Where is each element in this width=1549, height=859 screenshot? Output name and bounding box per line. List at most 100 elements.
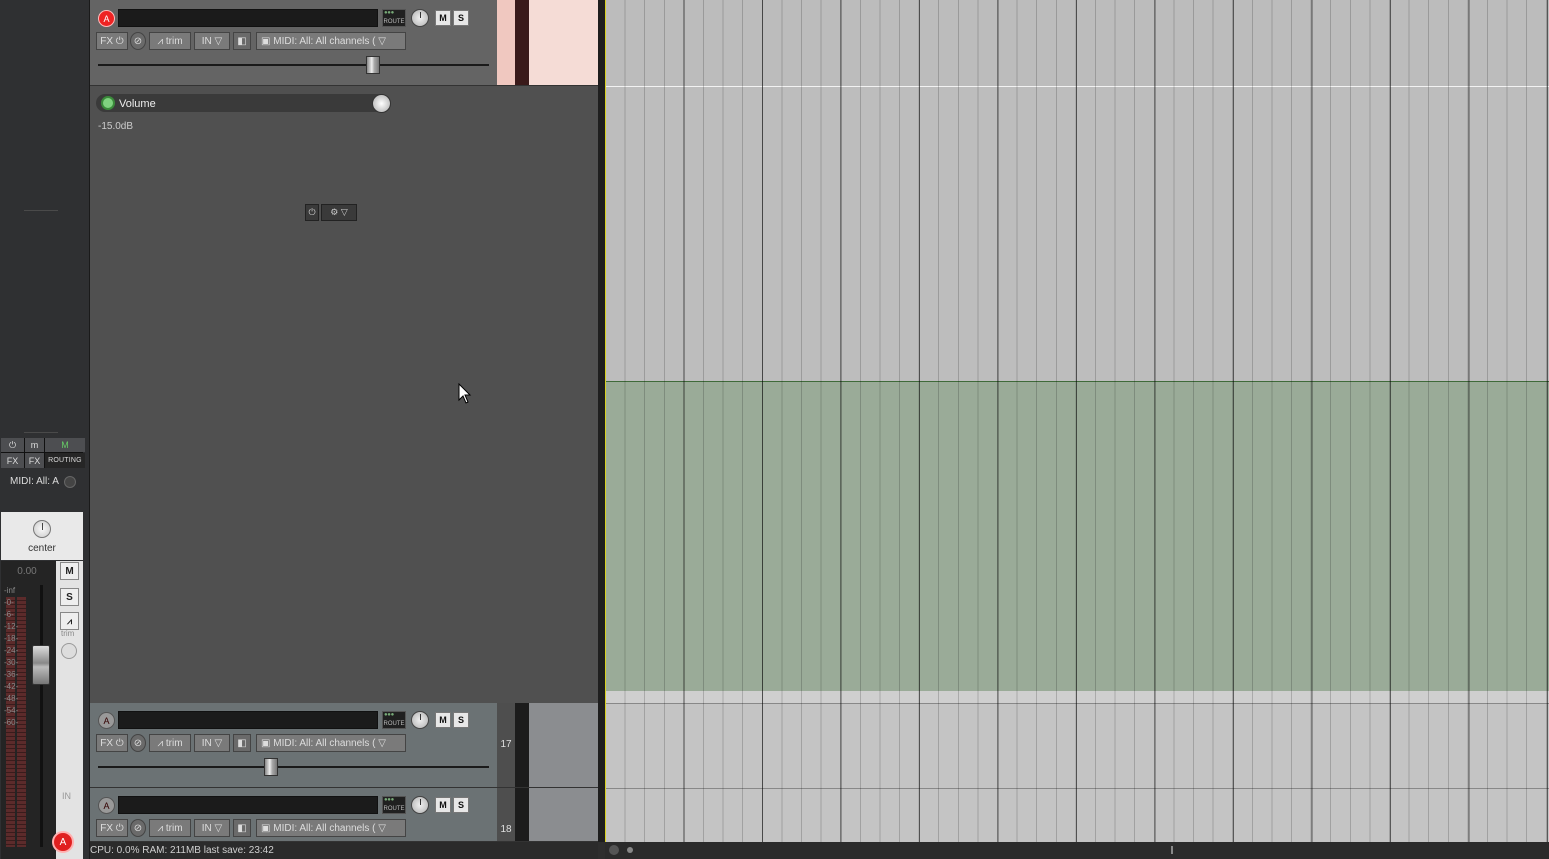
grid-lines	[605, 0, 1549, 842]
meter-scale-label: -48-	[4, 694, 19, 703]
fx-button[interactable]: FX ⏻	[96, 734, 128, 752]
pan-knob[interactable]	[411, 711, 429, 729]
midi-input-label: MIDI: All: All channels (	[273, 737, 376, 749]
arrange-view[interactable]	[605, 0, 1549, 842]
track-name-field[interactable]	[118, 711, 378, 729]
route-button[interactable]: ROUTE	[382, 711, 406, 729]
fader-line	[98, 64, 489, 66]
fx-button[interactable]: FX	[1, 453, 24, 468]
meter-scale-label: -6-	[4, 610, 14, 619]
fx-button[interactable]: FX ⏻	[96, 819, 128, 837]
power-icon[interactable]: ⏻	[1, 438, 24, 452]
route-button[interactable]: ROUTE	[382, 796, 406, 814]
bypass-icon[interactable]: ⏻	[305, 204, 319, 221]
input-label: IN	[201, 822, 212, 834]
envelope-lane[interactable]: Volume -15.0dB ⏻ ⚙ ▽	[90, 86, 598, 703]
pan-knob[interactable]	[411, 796, 429, 814]
mute-button[interactable]: M	[435, 712, 451, 728]
solo-button[interactable]: S	[453, 797, 469, 813]
trim-label: trim	[61, 629, 75, 638]
envelope-button[interactable]: ⩘ trim	[149, 734, 191, 752]
midi-input-selector[interactable]: ▣ MIDI: All: All channels ( ▽	[256, 734, 406, 752]
envelope-active-icon[interactable]	[101, 96, 115, 110]
track-controls-row: FX ⏻ ⊘ ⩘ trim IN ▽ ◧ ▣ MIDI: All: All ch…	[96, 32, 496, 50]
track-volume-fader[interactable]	[98, 56, 489, 74]
record-arm-button[interactable]: A	[98, 797, 115, 814]
track-panel[interactable]: A ROUTE M S FX ⏻ ⊘ ⩘ trim IN ▽ ◧ ▣ MIDI:…	[90, 703, 598, 788]
meter-scale-label: -36-	[4, 670, 19, 679]
solo-button[interactable]: S	[453, 712, 469, 728]
chevron-down-icon[interactable]	[64, 476, 76, 488]
scroll-thumb[interactable]	[1171, 846, 1173, 854]
pan-knob[interactable]	[411, 9, 429, 27]
envelope-knob[interactable]	[372, 94, 391, 113]
midi-input-label: MIDI: All: All channels (	[273, 35, 376, 47]
track-meter-strip	[515, 703, 529, 787]
envelope-icon[interactable]: ⩘	[60, 612, 79, 630]
midi-input-label[interactable]: MIDI: All: A	[10, 476, 59, 487]
horizontal-scrollbar[interactable]	[605, 842, 1549, 859]
phase-icon[interactable]	[61, 643, 77, 659]
input-button[interactable]: IN ▽	[194, 32, 230, 50]
meter-scale-label: -inf	[4, 586, 16, 595]
phase-icon[interactable]: ⊘	[130, 734, 146, 752]
volume-fader-track[interactable]	[40, 585, 43, 847]
track-tail	[529, 0, 598, 85]
track-volume-fader[interactable]	[98, 758, 489, 776]
settings-icon[interactable]: ⚙ ▽	[321, 204, 357, 221]
mixer-strip: ⏻ m M FX FX ROUTING MIDI: All: A center …	[0, 0, 90, 859]
phase-icon[interactable]: ⊘	[130, 32, 146, 50]
in-fx-button[interactable]: FX	[25, 453, 44, 468]
track-panel[interactable]: A ROUTE M S FX ⏻ ⊘ ⩘ trim IN ▽ ◧ ▣ MIDI:…	[90, 788, 598, 842]
track-controls-row: FX ⏻ ⊘ ⩘ trim IN ▽ ◧ ▣ MIDI: All: All ch…	[96, 819, 496, 837]
fader-line	[98, 766, 489, 768]
fx-label: FX	[100, 822, 114, 834]
in-fx-icon[interactable]: m	[25, 438, 44, 452]
record-arm-button[interactable]: A	[98, 10, 115, 27]
scroll-left-icon[interactable]	[609, 845, 619, 855]
track-name-field[interactable]	[118, 796, 378, 814]
track-tail	[529, 703, 598, 787]
meter-scale-label: -18-	[4, 634, 19, 643]
meter-scale-label: -60-	[4, 718, 19, 727]
mute-button[interactable]: M	[60, 562, 79, 580]
envelope-value: -15.0dB	[98, 121, 134, 132]
monitor-icon[interactable]: M	[45, 438, 85, 452]
monitor-icon[interactable]: ◧	[233, 734, 251, 752]
track-panel[interactable]: A ROUTE M S FX ⏻ ⊘ ⩘ trim IN ▽ ◧ ▣ MIDI:…	[90, 0, 598, 86]
status-text: CPU: 0.0% RAM: 211MB last save: 23:42	[90, 845, 274, 856]
meter-scale-label: -42-	[4, 682, 19, 691]
phase-icon[interactable]: ⊘	[130, 819, 146, 837]
vu-meter: 0.00 -inf -0- -6- -12- -18- -24- -30- -36- -42- -…	[1, 561, 56, 859]
routing-button[interactable]: ROUTING	[45, 453, 85, 468]
monitor-icon[interactable]: ◧	[233, 819, 251, 837]
track-number: 18	[500, 824, 512, 835]
envelope-name: Volume	[119, 98, 156, 110]
volume-fader-handle[interactable]	[32, 645, 50, 685]
fx-button[interactable]: FX ⏻	[96, 32, 128, 50]
fx-label: FX	[100, 35, 114, 47]
scroll-dot[interactable]	[627, 847, 633, 853]
mute-button[interactable]: M	[435, 797, 451, 813]
solo-button[interactable]: S	[60, 588, 79, 606]
route-button[interactable]: ROUTE	[382, 9, 406, 27]
track-name-field[interactable]	[118, 9, 378, 27]
record-arm-button[interactable]: A	[52, 831, 74, 853]
midi-input-selector[interactable]: ▣ MIDI: All: All channels ( ▽	[256, 32, 406, 50]
meter-scale-label: -24-	[4, 646, 19, 655]
pan-knob[interactable]	[33, 520, 51, 538]
midi-input-selector[interactable]: ▣ MIDI: All: All channels ( ▽	[256, 819, 406, 837]
pan-label: center	[28, 543, 56, 554]
fader-handle[interactable]	[264, 758, 278, 776]
pan-section: center	[1, 512, 83, 560]
input-button[interactable]: IN ▽	[194, 819, 230, 837]
record-arm-button[interactable]: A	[98, 712, 115, 729]
envelope-button[interactable]: ⩘ trim	[149, 32, 191, 50]
input-button[interactable]: IN ▽	[194, 734, 230, 752]
monitor-icon[interactable]: ◧	[233, 32, 251, 50]
envelope-button[interactable]: ⩘ trim	[149, 819, 191, 837]
mute-button[interactable]: M	[435, 10, 451, 26]
solo-button[interactable]: S	[453, 10, 469, 26]
peak-value: 0.00	[17, 566, 37, 577]
fader-handle[interactable]	[366, 56, 380, 74]
